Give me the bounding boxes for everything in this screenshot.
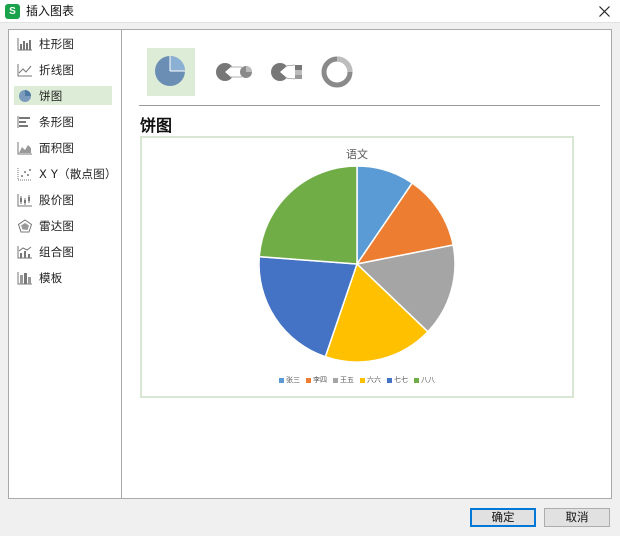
legend-item: 七七	[387, 375, 408, 385]
pie-slice-6	[258, 165, 358, 265]
sidebar-item-pie[interactable]: 饼图	[14, 86, 112, 105]
chart-title: 语文	[346, 148, 368, 161]
stock-chart-icon	[17, 193, 33, 207]
legend-swatch	[387, 377, 392, 383]
doughnut-subtype-icon	[321, 56, 353, 88]
chart-main-panel: 饼图 语文 张三 李四 王五 六六 七七 八八	[123, 30, 611, 498]
combo-chart-icon	[17, 245, 33, 259]
subtype-pie[interactable]	[147, 48, 195, 96]
bar-chart-icon	[17, 115, 33, 129]
sidebar-item-area[interactable]: 面积图	[14, 138, 112, 157]
dialog-body: 柱形图 折线图 饼图 条形图 面积图 X Y（散点图） 股价图 雷达图 组合图 …	[8, 29, 612, 499]
pie-subtype-icon	[155, 56, 185, 86]
legend-swatch	[333, 377, 338, 383]
legend-item: 李四	[306, 375, 327, 385]
sidebar-item-scatter[interactable]: X Y（散点图）	[14, 164, 116, 183]
title-bar: S 插入图表	[0, 0, 620, 23]
legend-item: 王五	[333, 375, 354, 385]
line-chart-icon	[17, 63, 33, 77]
legend-item: 八八	[414, 375, 435, 385]
sidebar-item-combo[interactable]: 组合图	[14, 242, 112, 261]
legend-label: 八八	[421, 376, 435, 384]
legend-item: 六六	[360, 375, 381, 385]
sidebar-item-bar[interactable]: 条形图	[14, 112, 112, 131]
pie-chart	[258, 165, 456, 363]
legend-label: 李四	[313, 376, 327, 384]
pie-chart-icon	[17, 89, 33, 103]
sidebar-item-label: 面积图	[39, 140, 75, 155]
legend-label: 七七	[394, 376, 408, 384]
area-chart-icon	[17, 141, 33, 155]
sidebar-item-label: 折线图	[39, 62, 75, 77]
sidebar-item-label: 组合图	[39, 244, 75, 259]
window-title: 插入图表	[26, 4, 75, 18]
scatter-chart-icon	[17, 167, 33, 181]
sidebar-item-line[interactable]: 折线图	[14, 60, 112, 79]
close-icon	[598, 6, 610, 17]
legend-label: 六六	[367, 376, 381, 384]
chart-legend: 张三 李四 王五 六六 七七 八八	[142, 375, 572, 385]
template-icon	[17, 271, 33, 285]
app-logo-icon: S	[5, 4, 20, 19]
sidebar-item-stock[interactable]: 股价图	[14, 190, 112, 209]
sidebar-item-column[interactable]: 柱形图	[14, 34, 112, 53]
legend-swatch	[360, 377, 365, 383]
column-chart-icon	[17, 37, 33, 51]
sidebar-item-template[interactable]: 模板	[14, 268, 112, 287]
sidebar-item-label: 饼图	[39, 88, 63, 103]
bar-of-pie-subtype-icon	[271, 63, 302, 81]
cancel-button[interactable]: 取消	[544, 508, 610, 527]
radar-chart-icon	[17, 218, 33, 233]
close-button[interactable]	[594, 2, 614, 21]
legend-label: 王五	[340, 376, 354, 384]
legend-swatch	[414, 377, 419, 383]
chart-preview[interactable]: 语文 张三 李四 王五 六六 七七 八八	[140, 136, 574, 398]
sidebar-item-label: X Y（散点图）	[39, 166, 117, 181]
legend-swatch	[279, 377, 284, 383]
divider	[139, 105, 600, 106]
legend-item: 张三	[279, 375, 300, 385]
sidebar-item-label: 条形图	[39, 114, 75, 129]
ok-button[interactable]: 确定	[470, 508, 536, 527]
chart-type-list: 柱形图 折线图 饼图 条形图 面积图 X Y（散点图） 股价图 雷达图 组合图 …	[9, 30, 122, 498]
subtype-doughnut[interactable]	[313, 48, 361, 96]
section-title: 饼图	[140, 116, 173, 135]
legend-label: 张三	[286, 376, 300, 384]
subtype-pie-of-pie[interactable]	[209, 48, 257, 96]
pie-of-pie-subtype-icon	[216, 63, 252, 81]
sidebar-item-radar[interactable]: 雷达图	[14, 216, 112, 235]
legend-swatch	[306, 377, 311, 383]
sidebar-item-label: 柱形图	[39, 36, 75, 51]
sidebar-item-label: 股价图	[39, 192, 75, 207]
sidebar-item-label: 雷达图	[39, 218, 75, 233]
sidebar-item-label: 模板	[39, 270, 63, 285]
subtype-bar-of-pie[interactable]	[261, 48, 309, 96]
